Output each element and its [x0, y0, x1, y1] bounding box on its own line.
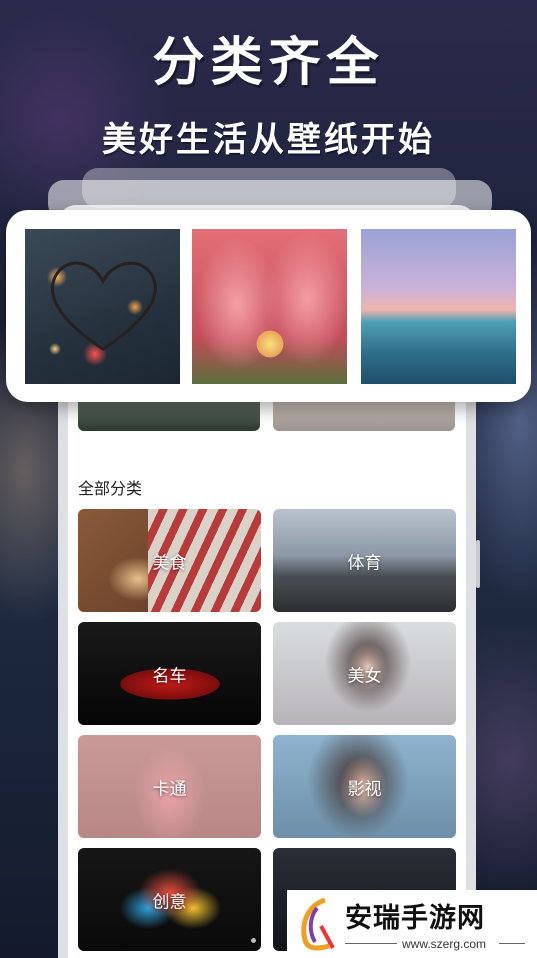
featured-wallpaper-card [6, 210, 531, 402]
category-label: 名车 [152, 666, 187, 686]
featured-image-bokeh-heart[interactable] [25, 229, 180, 384]
promo-subline: 美好生活从壁纸开始 [102, 120, 435, 160]
category-tile-food[interactable]: 美食 [78, 509, 261, 612]
category-tile-sports[interactable]: 体育 [273, 509, 456, 612]
category-label: 卡通 [152, 779, 187, 799]
category-tile-cartoon[interactable]: 卡通 [78, 735, 261, 838]
category-tile-beauty[interactable]: 美女 [273, 622, 456, 725]
category-tile-film[interactable]: 影视 [273, 735, 456, 838]
featured-image-sea-sunset[interactable] [361, 229, 516, 384]
watermark-brand: 安瑞手游网 [345, 903, 485, 934]
watermark-logo-icon [301, 897, 335, 951]
category-label: 创意 [152, 892, 187, 912]
phone-side-button [476, 540, 480, 588]
heart-doodle-icon [50, 261, 157, 351]
category-label: 美食 [152, 553, 187, 573]
watermark: 安瑞手游网 www.szerg.com [287, 890, 537, 958]
category-label: 体育 [347, 553, 382, 573]
category-label: 美女 [347, 666, 382, 686]
category-tile-creative[interactable]: 创意 [78, 848, 261, 951]
category-label: 影视 [347, 779, 382, 799]
featured-image-flower[interactable] [192, 229, 347, 384]
promo-headline: 分类齐全 [152, 33, 385, 93]
watermark-url: www.szerg.com [402, 937, 487, 951]
page-dot-indicator [251, 938, 256, 943]
section-title: 全部分类 [78, 479, 143, 498]
category-tile-cars[interactable]: 名车 [78, 622, 261, 725]
